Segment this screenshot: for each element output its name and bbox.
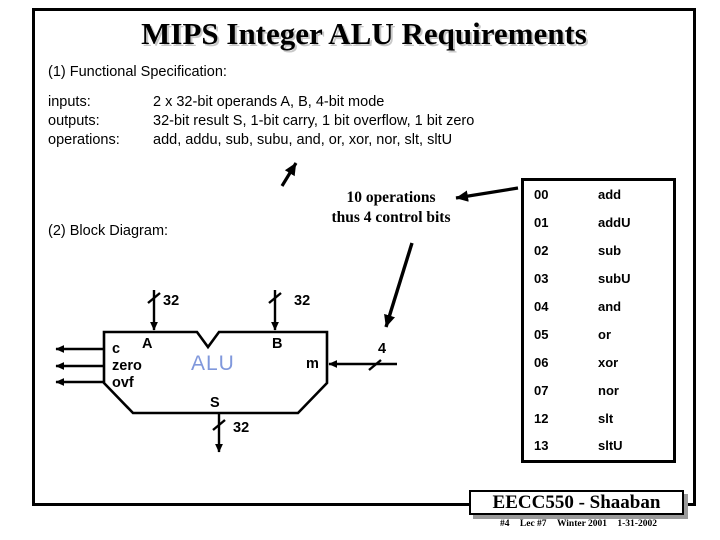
table-row: 05 or xyxy=(524,320,673,348)
opcode-mnemonic: subU xyxy=(598,271,631,287)
opcode-code: 01 xyxy=(534,215,549,231)
bus-width-label-s: 32 xyxy=(233,420,250,436)
spec-row: inputs: 2 x 32-bit operands A, B, 4-bit … xyxy=(48,94,474,113)
spec-row: outputs: 32-bit result S, 1-bit carry, 1… xyxy=(48,113,474,132)
table-row: 07 nor xyxy=(524,376,673,404)
table-row: 03 subU xyxy=(524,265,673,293)
opcode-mnemonic: xor xyxy=(598,354,619,370)
opcode-code: 04 xyxy=(534,299,549,314)
table-row: 06 xor xyxy=(524,348,673,376)
opcode-mnemonic: addU xyxy=(598,215,631,231)
spec-key: inputs: xyxy=(48,94,91,110)
opcode-code: 06 xyxy=(534,354,549,370)
annotation-line-2: thus 4 control bits xyxy=(331,209,451,226)
pin-label-carry: c xyxy=(112,341,121,357)
opcode-mnemonic: and xyxy=(598,299,622,314)
spec-key: operations: xyxy=(48,132,120,148)
footer-term: Winter 2001 xyxy=(556,519,607,529)
annotation-callout: 10 operations thus 4 control bits xyxy=(296,188,486,228)
table-row: 00 add xyxy=(524,181,673,209)
footer-lecture: Lec #7 xyxy=(519,519,547,529)
annotation-line-1: 10 operations xyxy=(346,189,436,206)
alu-block-label: ALU xyxy=(191,352,235,375)
footer-course-box: EECC550 - Shaaban xyxy=(469,490,684,515)
opcode-code: 03 xyxy=(534,271,549,287)
opcode-mnemonic: or xyxy=(598,326,611,342)
bus-width-label-b: 32 xyxy=(294,293,311,309)
slide-canvas: MIPS Integer ALU Requirements (1) Functi… xyxy=(0,0,720,540)
table-row: 12 slt xyxy=(524,404,673,432)
opcode-mnemonic: slt xyxy=(598,410,614,426)
spec-row: operations: add, addu, sub, subu, and, o… xyxy=(48,132,474,151)
opcode-code: 12 xyxy=(534,410,549,426)
table-row: 02 sub xyxy=(524,237,673,265)
opcode-code: 00 xyxy=(534,187,549,203)
spec-value: 2 x 32-bit operands A, B, 4-bit mode xyxy=(153,94,385,110)
footer-course-title: EECC550 - Shaaban xyxy=(492,491,661,513)
spec-value: add, addu, sub, subu, and, or, xor, nor,… xyxy=(153,132,453,148)
opcode-mnemonic: add xyxy=(598,187,622,203)
footer-date: 1-31-2002 xyxy=(617,519,657,529)
page-title: MIPS Integer ALU Requirements xyxy=(141,16,587,51)
table-row: 04 and xyxy=(524,293,673,321)
pin-label-a: A xyxy=(142,336,153,352)
opcode-code: 07 xyxy=(534,382,549,398)
pin-label-zero: zero xyxy=(112,358,142,374)
specification-list: inputs: 2 x 32-bit operands A, B, 4-bit … xyxy=(48,94,474,151)
footer-slide-number: #4 xyxy=(500,519,510,529)
functional-specification-heading: (1) Functional Specification: xyxy=(48,64,227,80)
opcode-table: 00 add 01 addU 02 sub 03 subU 04 and 05 … xyxy=(524,181,673,460)
pin-label-overflow: ovf xyxy=(112,375,134,391)
opcode-mnemonic: sub xyxy=(598,243,622,259)
opcode-code: 02 xyxy=(534,243,549,259)
bus-width-label-a: 32 xyxy=(163,293,180,309)
spec-key: outputs: xyxy=(48,113,100,129)
opcode-mnemonic: sltU xyxy=(598,438,623,454)
table-row: 01 addU xyxy=(524,209,673,237)
bus-width-label-m: 4 xyxy=(378,341,387,357)
table-row: 13 sltU xyxy=(524,432,673,460)
opcode-code: 13 xyxy=(534,438,549,454)
pin-label-m: m xyxy=(306,356,319,372)
opcode-table-box: 00 add 01 addU 02 sub 03 subU 04 and 05 … xyxy=(521,178,676,463)
opcode-code: 05 xyxy=(534,326,549,342)
block-diagram-heading: (2) Block Diagram: xyxy=(48,223,169,239)
spec-value: 32-bit result S, 1-bit carry, 1 bit over… xyxy=(153,113,475,129)
opcode-mnemonic: nor xyxy=(598,382,619,398)
pin-label-s: S xyxy=(210,395,220,411)
pin-label-b: B xyxy=(272,336,283,352)
footer-meta: #4 Lec #7 Winter 2001 1-31-2002 xyxy=(469,519,688,529)
